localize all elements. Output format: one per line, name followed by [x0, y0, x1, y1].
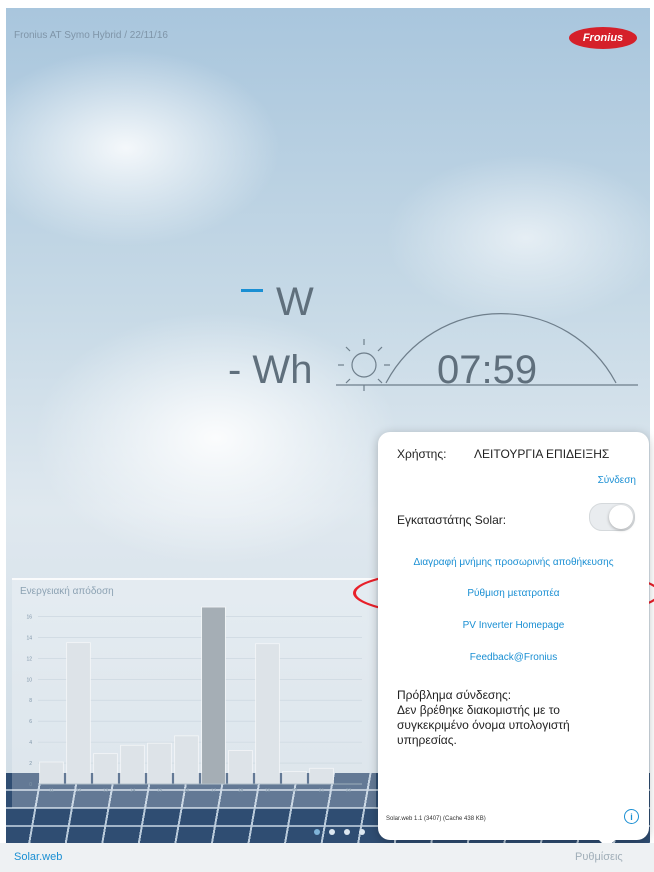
- y-tick-label: 6: [29, 719, 32, 725]
- power-unit: W: [276, 280, 314, 324]
- bar[interactable]: [282, 771, 307, 785]
- user-label: Χρήστης:: [397, 447, 447, 461]
- user-value: ΛΕΙΤΟΥΡΓΙΑ ΕΠΙΔΕΙΞΗΣ: [474, 447, 610, 461]
- x-tick-label: 20: [292, 788, 298, 794]
- installer-toggle[interactable]: [589, 503, 635, 531]
- tab-solarweb[interactable]: Solar.web: [14, 851, 62, 863]
- bar[interactable]: [228, 750, 253, 785]
- x-tick-label: 11: [49, 788, 54, 794]
- info-icon-glyph: i: [630, 811, 633, 822]
- bar[interactable]: [39, 761, 64, 785]
- x-tick-label: 12: [76, 788, 82, 794]
- tab-settings[interactable]: Ρυθμίσεις: [575, 851, 623, 863]
- pv-inverter-homepage-link[interactable]: PV Inverter Homepage: [378, 620, 649, 631]
- clear-cache-link[interactable]: Διαγραφή μνήμης προσωρινής αποθήκευσης: [378, 557, 649, 568]
- y-tick-label: 14: [26, 635, 32, 641]
- sunrise-time: 07:59: [437, 348, 538, 392]
- fronius-logo: Fronius: [569, 27, 637, 49]
- x-tick-label: 22: [346, 788, 352, 794]
- feedback-link[interactable]: Feedback@Fronius: [378, 652, 649, 663]
- page-indicator[interactable]: [314, 829, 365, 835]
- y-tick-label: 8: [29, 698, 32, 704]
- info-icon[interactable]: i: [624, 809, 639, 824]
- y-tick-label: 0: [29, 782, 32, 788]
- bar[interactable]: [309, 767, 334, 785]
- version-label: Solar.web 1.1 (3407) (Cache 438 KB): [386, 816, 486, 822]
- bottom-tab-bar: Solar.web Ρυθμίσεις: [0, 843, 654, 872]
- daily-energy: - Wh: [228, 348, 313, 392]
- bar[interactable]: [174, 735, 199, 785]
- x-tick-label: 13: [103, 788, 109, 794]
- toggle-knob: [609, 505, 633, 529]
- page-dot[interactable]: [344, 829, 350, 835]
- bar[interactable]: [201, 606, 226, 785]
- x-tick-label: 19: [265, 788, 271, 794]
- bar[interactable]: [147, 742, 172, 785]
- error-title: Πρόβλημα σύνδεσης:: [397, 688, 512, 702]
- page-dot[interactable]: [314, 829, 320, 835]
- x-tick-label: 15: [157, 788, 163, 794]
- bar[interactable]: [66, 642, 91, 785]
- login-link[interactable]: Σύνδεση: [598, 475, 636, 486]
- y-tick-label: 16: [26, 614, 32, 620]
- page-dot[interactable]: [329, 829, 335, 835]
- installer-label: Εγκαταστάτης Solar:: [397, 513, 507, 527]
- settings-popover: Χρήστης: ΛΕΙΤΟΥΡΓΙΑ ΕΠΙΔΕΙΞΗΣ Σύνδεση Εγ…: [378, 432, 649, 840]
- y-tick-label: 10: [26, 677, 32, 683]
- y-tick-label: 2: [29, 761, 32, 767]
- brand-text: Fronius: [582, 32, 624, 44]
- energy-yield-chart[interactable]: Ενεργειακή απόδοση 0 2 4 6 8 10 12 14 16 11 12 13 14…: [12, 578, 376, 808]
- page-dot[interactable]: [359, 829, 365, 835]
- bar[interactable]: [93, 753, 118, 785]
- x-tick-label: 17: [211, 788, 217, 794]
- error-message: Δεν βρέθηκε διακομιστής με το συγκεκριμέ…: [397, 703, 570, 747]
- x-tick-label: 14: [130, 788, 136, 794]
- chart-canvas: 0 2 4 6 8 10 12 14 16 11 12 13 14 15 16 17 18 19 20 21 22: [26, 606, 362, 794]
- bar[interactable]: [255, 643, 280, 785]
- x-tick-label: 18: [238, 788, 244, 794]
- sun-icon: [338, 339, 390, 391]
- x-tick-label: 21: [319, 788, 325, 794]
- y-tick-label: 4: [29, 740, 32, 746]
- x-tick-label: 16: [184, 788, 190, 794]
- current-power-value: [241, 289, 263, 292]
- chart-title: Ενεργειακή απόδοση: [20, 586, 114, 597]
- y-tick-label: 12: [26, 656, 32, 662]
- inverter-setup-link[interactable]: Ρύθμιση μετατροπέα: [378, 588, 649, 599]
- system-title: Fronius AT Symo Hybrid / 22/11/16: [14, 30, 168, 41]
- bar[interactable]: [120, 744, 145, 785]
